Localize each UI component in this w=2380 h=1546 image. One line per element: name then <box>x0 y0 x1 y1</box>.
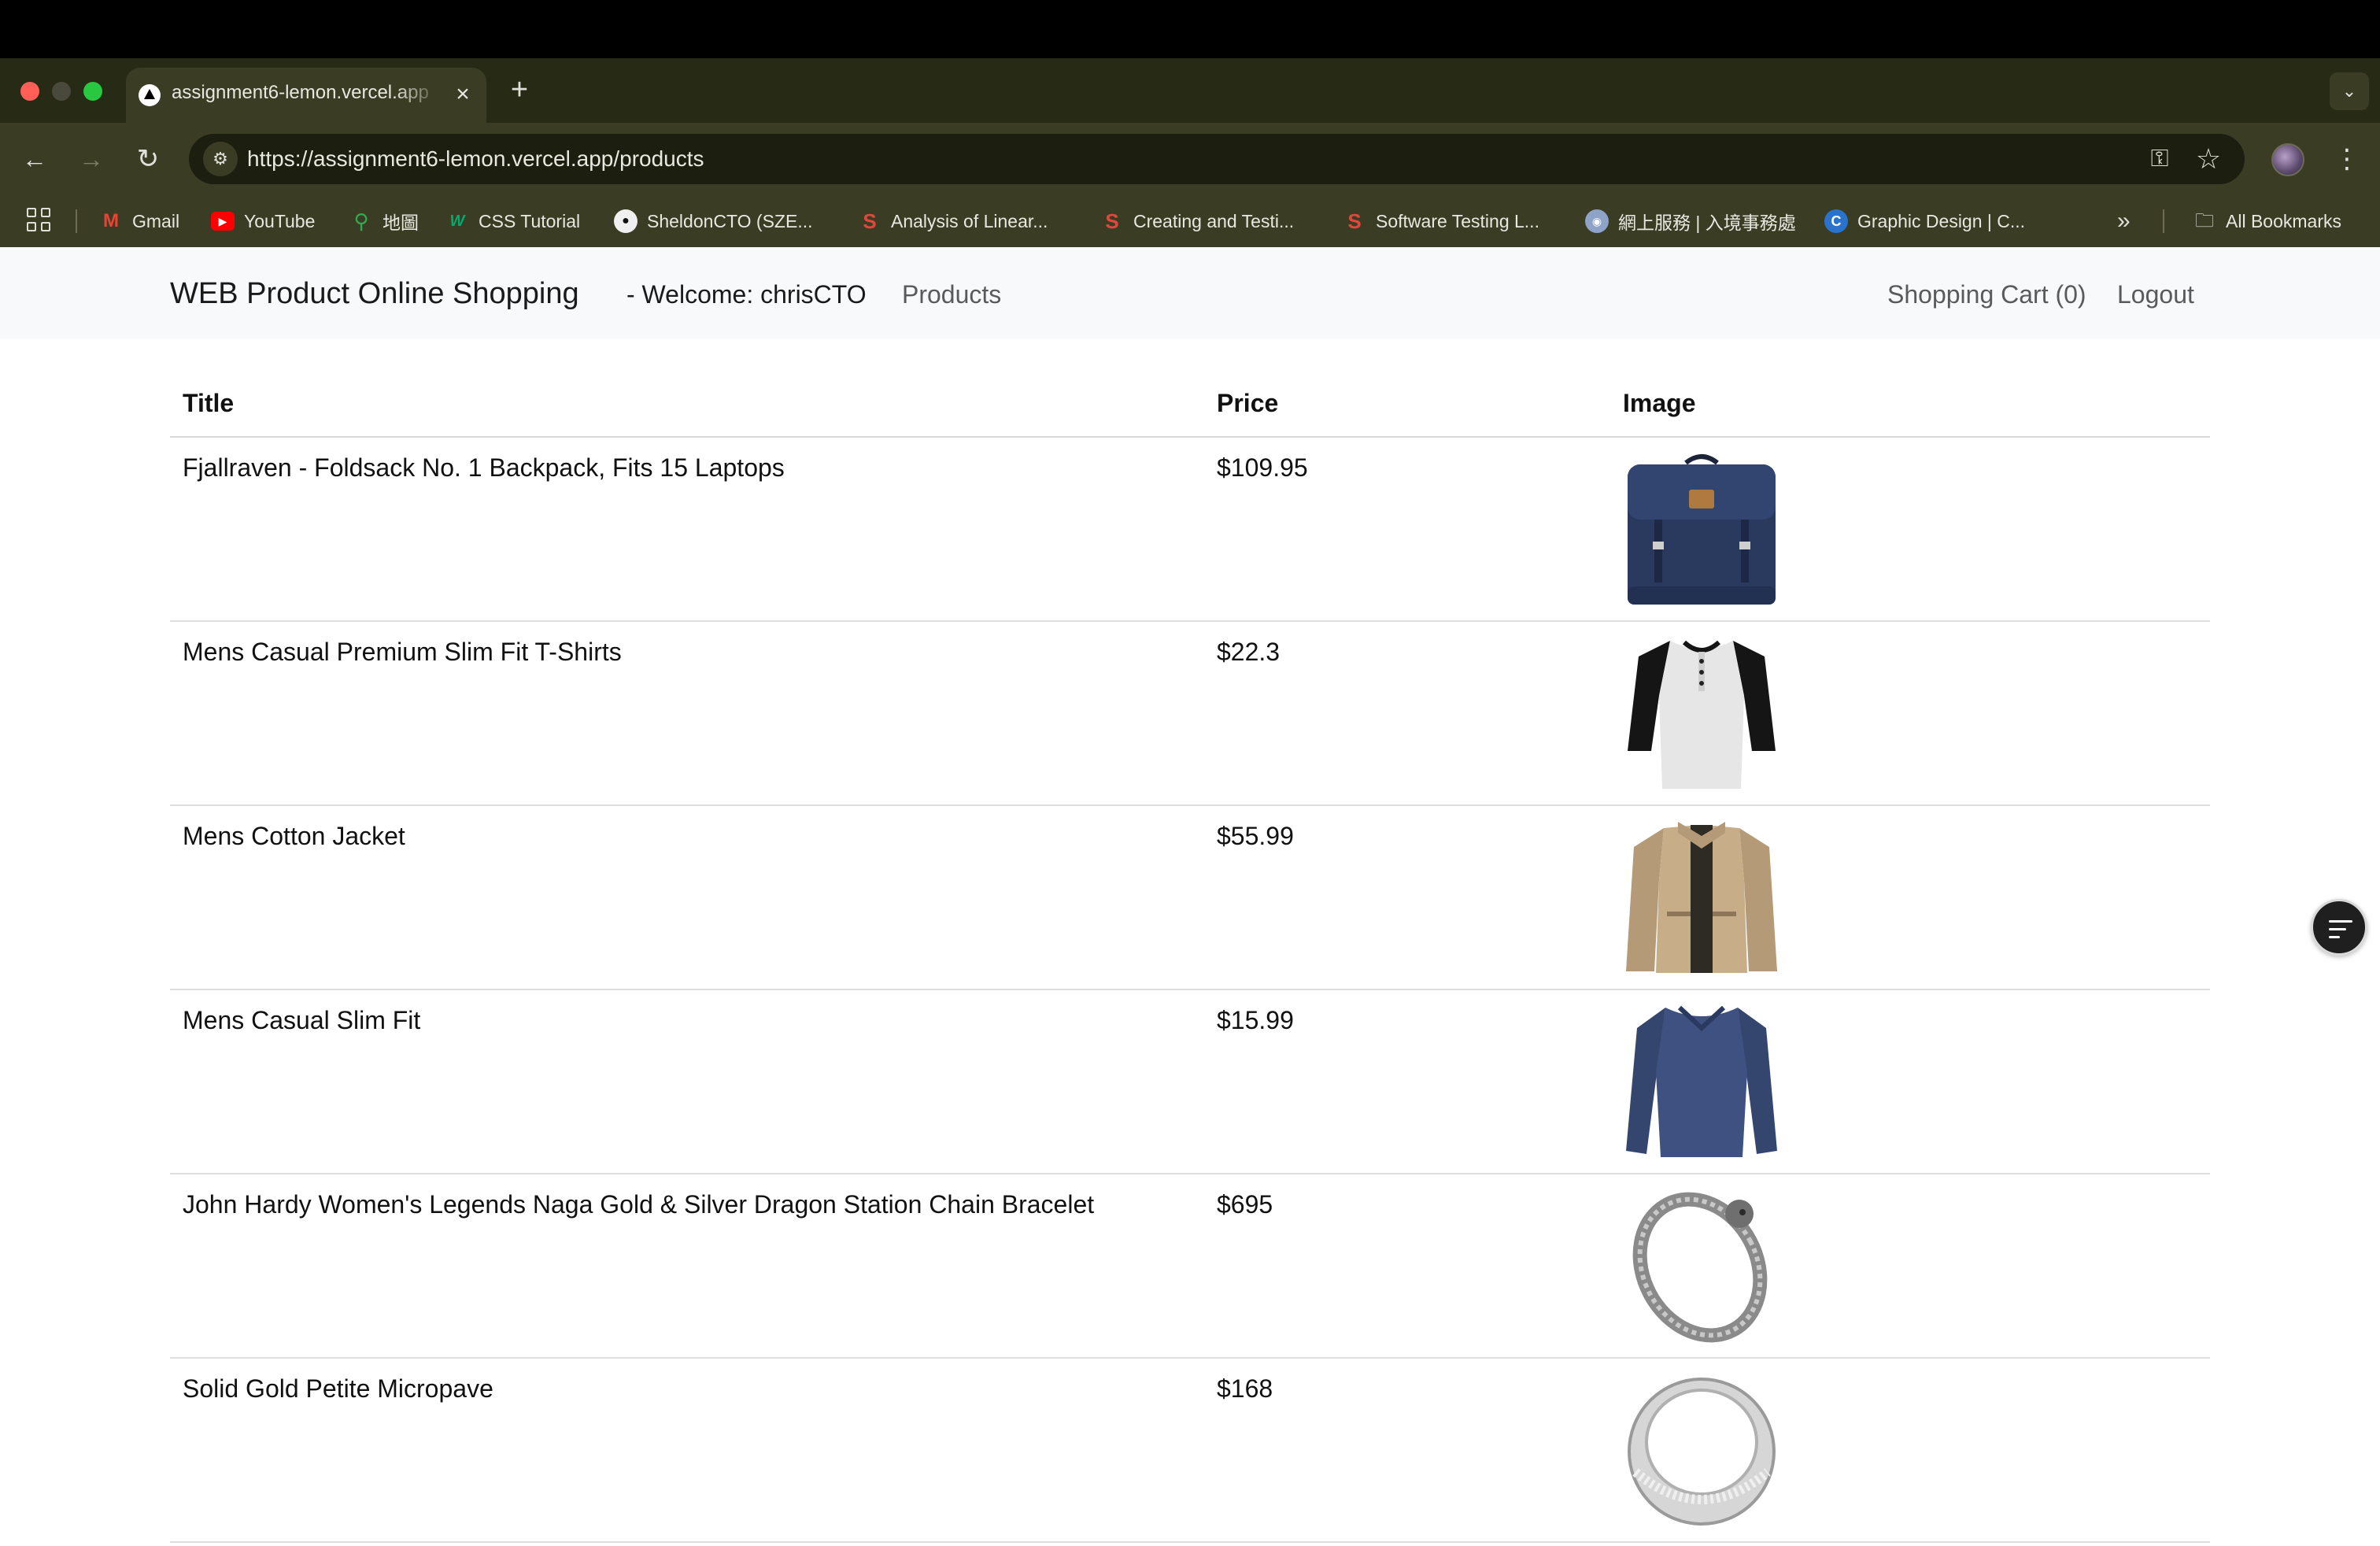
longsleeve-shirt-image <box>1626 1005 1777 1157</box>
all-bookmarks-button[interactable]: 🗀 All Bookmarks <box>2193 206 2341 236</box>
backpack-image <box>1628 454 1776 605</box>
immd-icon: ◉ <box>1585 209 1609 233</box>
bracelet-image <box>1632 1192 1768 1343</box>
forward-arrow-icon[interactable]: → <box>74 142 109 176</box>
url-text[interactable]: https://assignment6-lemon.vercel.app/pro… <box>247 146 704 172</box>
address-bar[interactable]: ⚙ https://assignment6-lemon.vercel.app/p… <box>189 134 2245 184</box>
bookmark-software-testing[interactable]: S Software Testing L... <box>1343 206 1539 236</box>
apps-grid-icon[interactable] <box>27 208 54 235</box>
bookmark-css-tutorial[interactable]: W CSS Tutorial <box>445 206 581 236</box>
tab-close-icon[interactable]: × <box>447 79 479 110</box>
bookmark-gmail[interactable]: M Gmail <box>99 206 179 236</box>
table-row: Mens Casual Slim Fit $15.99 <box>170 990 2210 1174</box>
coursera-icon: C <box>1824 209 1848 233</box>
brand-link[interactable]: WEB Product Online Shopping <box>170 277 579 311</box>
header-price: Price <box>1217 389 1279 417</box>
vercel-icon <box>139 84 161 106</box>
header-title: Title <box>183 389 235 417</box>
welcome-text: - Welcome: chrisCTO <box>626 280 867 309</box>
scribd-icon: S <box>863 209 877 233</box>
window-minimize-button[interactable] <box>52 82 71 101</box>
gmail-icon: M <box>103 210 119 231</box>
product-title: John Hardy Women's Legends Naga Gold & S… <box>183 1190 1095 1219</box>
bookmark-analysis-linear[interactable]: S Analysis of Linear... <box>858 206 1048 236</box>
maps-icon: ⚲ <box>353 209 369 233</box>
window-close-button[interactable] <box>20 82 39 101</box>
table-row: Mens Cotton Jacket $55.99 <box>170 806 2210 990</box>
product-title: Solid Gold Petite Micropave <box>183 1374 493 1403</box>
bookmarks-separator <box>76 209 77 233</box>
product-price: $22.3 <box>1217 638 1281 666</box>
product-price: $55.99 <box>1217 822 1294 850</box>
floating-menu-button[interactable] <box>2311 899 2367 956</box>
tab-search-button[interactable]: ⌄ <box>2330 72 2369 110</box>
site-navbar: WEB Product Online Shopping - Welcome: c… <box>0 247 2380 338</box>
product-price: $168 <box>1217 1374 1273 1403</box>
site-info-icon[interactable]: ⚙ <box>203 142 238 176</box>
more-bookmarks-icon[interactable]: » <box>2117 208 2131 235</box>
github-icon: ● <box>614 209 638 233</box>
table-header-row: Title Price Image <box>170 373 2210 438</box>
new-tab-button[interactable]: + <box>504 74 535 105</box>
browser-tab-active[interactable]: assignment6-lemon.vercel.app × <box>126 68 486 123</box>
tab-title-fade <box>394 76 442 115</box>
product-title: Mens Casual Slim Fit <box>183 1006 421 1034</box>
back-arrow-icon[interactable]: ← <box>17 142 52 176</box>
nav-shopping-cart-link[interactable]: Shopping Cart (0) <box>1887 280 2086 309</box>
products-table: Title Price Image Fjallraven - Foldsack … <box>170 373 2210 1543</box>
table-row: Solid Gold Petite Micropave $168 <box>170 1359 2210 1543</box>
bookmarks-separator <box>2163 209 2164 233</box>
table-row: Fjallraven - Foldsack No. 1 Backpack, Fi… <box>170 438 2210 622</box>
password-key-icon[interactable]: ⚿ <box>2142 145 2177 173</box>
nav-logout-link[interactable]: Logout <box>2117 280 2194 309</box>
product-title: Mens Cotton Jacket <box>183 822 405 850</box>
tshirt-image <box>1628 640 1776 789</box>
ring-image <box>1628 1378 1776 1526</box>
bookmark-youtube[interactable]: ▶ YouTube <box>211 206 315 236</box>
bookmark-creating-testing[interactable]: S Creating and Testi... <box>1100 206 1294 236</box>
table-row: Mens Casual Premium Slim Fit T-Shirts $2… <box>170 622 2210 806</box>
bookmark-star-icon[interactable]: ☆ <box>2191 142 2226 176</box>
scribd-icon: S <box>1347 209 1362 233</box>
w3schools-icon: W <box>449 213 465 230</box>
browser-menu-icon[interactable]: ⋮ <box>2331 142 2363 176</box>
bookmark-graphic-design[interactable]: C Graphic Design | C... <box>1824 206 2025 236</box>
folder-icon: 🗀 <box>2195 210 2214 231</box>
web-page: WEB Product Online Shopping - Welcome: c… <box>0 247 2380 1546</box>
profile-avatar[interactable] <box>2271 143 2304 176</box>
window-zoom-button[interactable] <box>83 82 102 101</box>
table-row: John Hardy Women's Legends Naga Gold & S… <box>170 1174 2210 1359</box>
product-price: $15.99 <box>1217 1006 1294 1034</box>
product-title: Fjallraven - Foldsack No. 1 Backpack, Fi… <box>183 453 785 482</box>
header-image: Image <box>1623 389 1696 417</box>
jacket-image <box>1626 822 1777 973</box>
product-price: $695 <box>1217 1190 1273 1219</box>
youtube-icon: ▶ <box>211 212 235 231</box>
product-price: $109.95 <box>1217 453 1308 482</box>
bookmark-immd[interactable]: ◉ 網上服務 | 入境事務處 <box>1585 206 1796 236</box>
product-title: Mens Casual Premium Slim Fit T-Shirts <box>183 638 622 666</box>
scribd-icon: S <box>1105 209 1119 233</box>
bookmark-maps[interactable]: ⚲ 地圖 <box>349 206 419 236</box>
bookmark-github[interactable]: ● SheldonCTO (SZE... <box>614 206 813 236</box>
screen-top-bar <box>0 0 2380 58</box>
reload-icon[interactable]: ↻ <box>131 142 165 176</box>
nav-products-link[interactable]: Products <box>902 280 1001 309</box>
